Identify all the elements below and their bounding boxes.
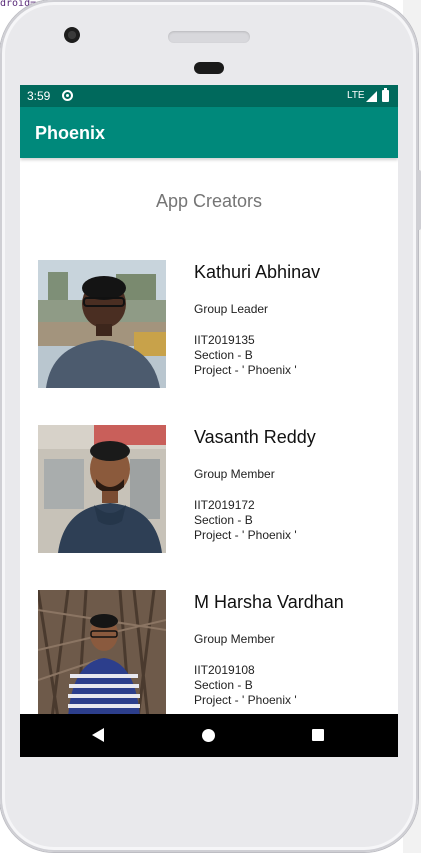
status-time: 3:59 [27, 89, 51, 103]
home-icon[interactable] [202, 729, 215, 742]
back-icon[interactable] [92, 728, 104, 742]
member-role: Group Member [194, 467, 275, 481]
phone-frame: 3:59 LTE Phoenix App Creators Kathuri Ab… [0, 0, 421, 852]
navigation-bar [20, 714, 398, 757]
member-name: M Harsha Vardhan [194, 592, 344, 612]
member-section: Section - B [194, 678, 253, 692]
member-section: Section - B [194, 513, 253, 527]
battery-icon [382, 88, 389, 102]
member-id: IIT2019172 [194, 498, 255, 512]
earpiece-speaker [168, 31, 250, 43]
member-project: Project - ' Phoenix ' [194, 693, 297, 707]
member-photo [38, 425, 166, 553]
status-bar: 3:59 LTE [20, 85, 398, 107]
page-heading: App Creators [155, 191, 263, 211]
member-role: Group Leader [194, 302, 269, 316]
proximity-sensor [194, 62, 224, 74]
app-bar: Phoenix [20, 107, 398, 158]
member-card: Kathuri Abhinav Group Leader IIT2019135 … [20, 260, 398, 390]
member-card: M Harsha Vardhan Group Member IIT2019108… [20, 590, 398, 714]
member-card: Vasanth Reddy Group Member IIT2019172 Se… [20, 425, 398, 555]
member-name: Vasanth Reddy [194, 427, 316, 447]
member-role: Group Member [194, 632, 275, 646]
sync-icon [62, 90, 73, 101]
member-photo [38, 590, 166, 714]
member-section: Section - B [194, 348, 253, 362]
side-button [0, 130, 1, 170]
member-project: Project - ' Phoenix ' [194, 528, 297, 542]
network-type: LTE [347, 90, 365, 101]
member-name: Kathuri Abhinav [194, 262, 321, 282]
app-title: Phoenix [35, 123, 106, 143]
member-project: Project - ' Phoenix ' [194, 363, 297, 377]
member-id: IIT2019108 [194, 663, 255, 677]
volume-button [417, 170, 421, 230]
front-camera [64, 27, 80, 43]
signal-icon [366, 91, 377, 102]
recents-icon[interactable] [312, 729, 324, 741]
member-photo [38, 260, 166, 388]
content-scroll[interactable]: App Creators Kathuri Abhinav Group Leade… [20, 158, 398, 714]
device-screen: 3:59 LTE Phoenix App Creators Kathuri Ab… [20, 85, 398, 757]
member-id: IIT2019135 [194, 333, 255, 347]
